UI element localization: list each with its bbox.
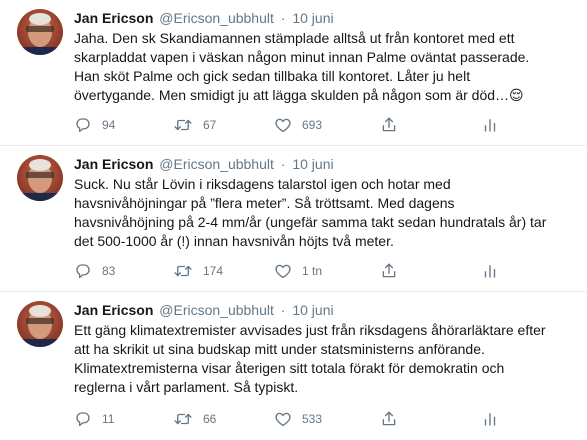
retweet-icon bbox=[173, 262, 193, 280]
tweet-date[interactable]: 10 juni bbox=[292, 156, 333, 172]
tweet-text-line: att ha skrikit ut sina budskap mitt unde… bbox=[74, 341, 485, 357]
analytics-icon bbox=[481, 262, 499, 280]
separator: · bbox=[280, 302, 286, 318]
tweet-date[interactable]: 10 juni bbox=[292, 302, 333, 318]
tweet-text-line: Han sköt Palme och gick sedan tillbaka t… bbox=[74, 68, 471, 84]
tweet-text-line: havsnivåhöjningar på ”flera meter”. Så t… bbox=[74, 195, 455, 211]
analytics-icon bbox=[481, 410, 499, 428]
tweet-text-line: Klimatextremisterna visar återigen sitt … bbox=[74, 360, 505, 376]
analytics-button[interactable] bbox=[481, 409, 499, 429]
reply-icon bbox=[74, 262, 92, 280]
retweet-button[interactable]: 174 bbox=[173, 261, 223, 281]
tweet-actions: 94 67 693 bbox=[74, 115, 496, 135]
like-button[interactable]: 693 bbox=[274, 115, 322, 135]
retweet-button[interactable]: 67 bbox=[173, 115, 216, 135]
heart-icon bbox=[274, 410, 292, 428]
author-name[interactable]: Jan Ericson bbox=[74, 10, 153, 26]
like-button[interactable]: 533 bbox=[274, 409, 322, 429]
tweet-header: Jan Ericson @Ericson_ubbhult · 10 juni bbox=[74, 9, 334, 27]
retweet-count: 174 bbox=[203, 264, 224, 278]
like-count: 533 bbox=[302, 412, 323, 426]
reply-icon bbox=[74, 116, 92, 134]
heart-icon bbox=[274, 116, 292, 134]
avatar[interactable] bbox=[17, 155, 63, 201]
retweet-button[interactable]: 66 bbox=[173, 409, 216, 429]
tweet-header: Jan Ericson @Ericson_ubbhult · 10 juni bbox=[74, 301, 334, 319]
share-button[interactable] bbox=[380, 261, 398, 281]
author-name[interactable]: Jan Ericson bbox=[74, 302, 153, 318]
reply-button[interactable]: 94 bbox=[74, 115, 115, 135]
reply-button[interactable]: 83 bbox=[74, 261, 115, 281]
share-icon bbox=[380, 116, 398, 134]
tweet[interactable]: Jan Ericson @Ericson_ubbhult · 10 juni S… bbox=[0, 146, 587, 292]
tweet-feed: Jan Ericson @Ericson_ubbhult · 10 juni J… bbox=[0, 0, 587, 440]
tweet-text-line: Suck. Nu står Lövin i riksdagens talarst… bbox=[74, 176, 451, 192]
share-icon bbox=[380, 410, 398, 428]
retweet-icon bbox=[173, 410, 193, 428]
avatar[interactable] bbox=[17, 9, 63, 55]
tweet-text-line: reglerna i vårt parlament. Så typiskt. bbox=[74, 379, 299, 395]
like-button[interactable]: 1 tn bbox=[274, 261, 322, 281]
tweet[interactable]: Jan Ericson @Ericson_ubbhult · 10 juni E… bbox=[0, 292, 587, 440]
analytics-button[interactable] bbox=[481, 261, 499, 281]
tweet-actions: 11 66 533 bbox=[74, 409, 496, 429]
tweet-text: Jaha. Den sk Skandiamannen stämplade all… bbox=[74, 29, 579, 105]
tweet-text-line: övertygande. Men smidigt ju att lägga sk… bbox=[74, 87, 524, 103]
tweet-text-line: Jaha. Den sk Skandiamannen stämplade all… bbox=[74, 30, 515, 46]
tweet-header: Jan Ericson @Ericson_ubbhult · 10 juni bbox=[74, 155, 334, 173]
tweet-text: Ett gäng klimatextremister avvisades jus… bbox=[74, 321, 579, 397]
reply-count: 94 bbox=[102, 118, 116, 132]
reply-button[interactable]: 11 bbox=[74, 409, 114, 429]
heart-icon bbox=[274, 262, 292, 280]
retweet-icon bbox=[173, 116, 193, 134]
retweet-count: 66 bbox=[203, 412, 217, 426]
tweet-actions: 83 174 1 tn bbox=[74, 261, 496, 281]
like-count: 693 bbox=[302, 118, 323, 132]
reply-icon bbox=[74, 410, 92, 428]
author-name[interactable]: Jan Ericson bbox=[74, 156, 153, 172]
author-handle[interactable]: @Ericson_ubbhult bbox=[159, 302, 274, 318]
separator: · bbox=[280, 156, 286, 172]
separator: · bbox=[280, 10, 286, 26]
share-icon bbox=[380, 262, 398, 280]
tweet-text-line: skarpladdat vapen i väskan någon minut i… bbox=[74, 49, 530, 65]
share-button[interactable] bbox=[380, 115, 398, 135]
tweet-text-line: Ett gäng klimatextremister avvisades jus… bbox=[74, 322, 546, 338]
author-handle[interactable]: @Ericson_ubbhult bbox=[159, 156, 274, 172]
tweet[interactable]: Jan Ericson @Ericson_ubbhult · 10 juni J… bbox=[0, 0, 587, 146]
analytics-button[interactable] bbox=[481, 115, 499, 135]
tweet-text: Suck. Nu står Lövin i riksdagens talarst… bbox=[74, 175, 579, 251]
retweet-count: 67 bbox=[203, 118, 217, 132]
like-count: 1 tn bbox=[302, 264, 323, 278]
reply-count: 83 bbox=[102, 264, 116, 278]
tweet-text-line: det 500-1000 år (!) innan havsnivån höjt… bbox=[74, 233, 394, 249]
tweet-text-line: havsnivåhöjning på 2-4 mm/år (ungefär sa… bbox=[74, 214, 547, 230]
analytics-icon bbox=[481, 116, 499, 134]
share-button[interactable] bbox=[380, 409, 398, 429]
tweet-date[interactable]: 10 juni bbox=[292, 10, 333, 26]
reply-count: 11 bbox=[102, 412, 115, 426]
avatar[interactable] bbox=[17, 301, 63, 347]
author-handle[interactable]: @Ericson_ubbhult bbox=[159, 10, 274, 26]
